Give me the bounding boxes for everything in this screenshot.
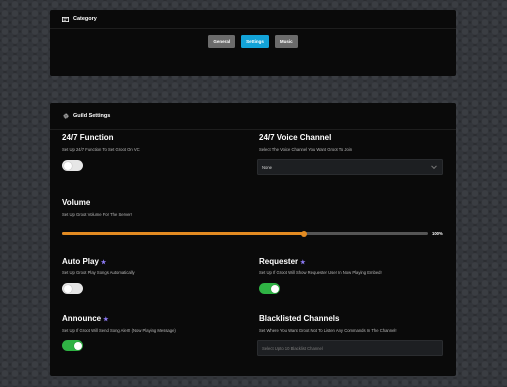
category-tabs: General Settings Music	[50, 35, 456, 48]
guild-settings-header: Guild Settings	[50, 103, 456, 130]
toggle-knob	[63, 161, 72, 170]
voice247-desc: Select The Voice Channel You Want Groot …	[259, 147, 353, 152]
function247-toggle[interactable]	[62, 160, 83, 171]
toggle-knob	[63, 284, 72, 293]
requester-title: Requester ★	[259, 257, 306, 266]
voice-channel-value: None	[262, 164, 273, 170]
function247-desc: Set Up 24/7 Function To Set Groot On VC	[62, 147, 140, 152]
volume-desc: Set Up Groot Volume For The Server!	[62, 212, 132, 217]
function247-title: 24/7 Function	[62, 133, 114, 142]
blacklist-select[interactable]: Select Upto 10 Blacklist Channel	[257, 340, 443, 356]
category-panel: Category General Settings Music	[50, 10, 456, 76]
requester-toggle[interactable]	[259, 283, 280, 294]
guild-settings-title: Guild Settings	[73, 113, 111, 119]
toggle-knob	[73, 341, 82, 350]
toggle-knob	[270, 284, 279, 293]
autoplay-title: Auto Play ★	[62, 257, 106, 266]
card-icon	[62, 16, 69, 22]
volume-title: Volume	[62, 198, 91, 207]
tab-general[interactable]: General	[208, 35, 236, 48]
volume-percent: 100%	[432, 231, 443, 236]
volume-slider-thumb[interactable]	[300, 230, 307, 237]
gear-icon	[62, 113, 69, 119]
blacklist-desc: Set Where You Want Groot Not To Listen A…	[259, 328, 397, 333]
announce-title: Announce ★	[62, 314, 109, 323]
requester-desc: Set Up If Groot Will Show Requester User…	[259, 270, 382, 275]
autoplay-desc: Set Up Groot Play Songs Automatically	[62, 270, 135, 275]
category-title: Category	[73, 16, 97, 22]
autoplay-label: Auto Play	[62, 257, 99, 266]
voice247-title: 24/7 Voice Channel	[259, 133, 332, 142]
requester-label: Requester	[259, 257, 299, 266]
tab-music[interactable]: Music	[274, 35, 298, 48]
autoplay-toggle[interactable]	[62, 283, 83, 294]
chevron-down-icon	[431, 163, 437, 170]
guild-settings-panel: Guild Settings 24/7 Function Set Up 24/7…	[50, 103, 456, 376]
volume-slider[interactable]	[62, 230, 428, 237]
star-icon: ★	[300, 260, 306, 266]
announce-toggle[interactable]	[62, 340, 83, 351]
tab-settings[interactable]: Settings	[241, 35, 269, 48]
volume-slider-fill	[62, 232, 304, 235]
blacklist-title: Blacklisted Channels	[259, 314, 340, 323]
star-icon: ★	[103, 317, 109, 323]
blacklist-placeholder: Select Upto 10 Blacklist Channel	[262, 345, 323, 351]
star-icon: ★	[100, 260, 107, 266]
announce-desc: Set Up If Groot Will Send Song Alert! (N…	[62, 328, 176, 333]
category-header: Category	[50, 10, 456, 29]
voice-channel-select[interactable]: None	[257, 159, 443, 175]
announce-label: Announce	[62, 314, 102, 323]
